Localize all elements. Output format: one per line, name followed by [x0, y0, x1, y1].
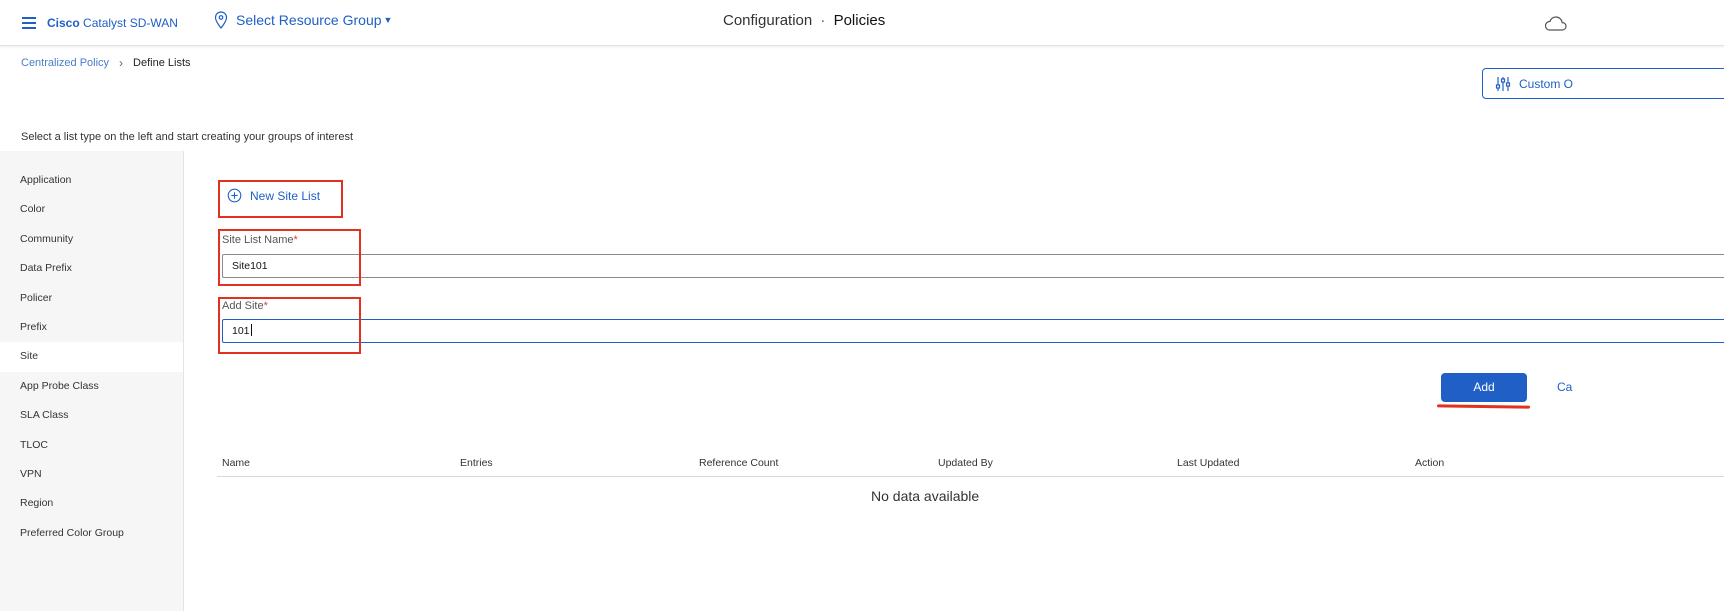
sidebar-item-vpn[interactable]: VPN: [0, 460, 183, 489]
empty-table-message: No data available: [871, 488, 980, 504]
sidebar-item-preferred-color-group[interactable]: Preferred Color Group: [0, 519, 183, 548]
sidebar-item-data-prefix[interactable]: Data Prefix: [0, 254, 183, 283]
sidebar-item-color[interactable]: Color: [0, 195, 183, 224]
sidebar-list: Application Color Community Data Prefix Poli…: [0, 151, 183, 548]
column-header-action: Action: [1415, 457, 1445, 469]
hamburger-menu-icon[interactable]: [22, 17, 36, 29]
sidebar-item-tloc[interactable]: TLOC: [0, 431, 183, 460]
page-title: Configuration · Policies: [723, 12, 885, 29]
page-title-separator: ·: [820, 12, 826, 29]
page-title-current: Policies: [833, 12, 886, 29]
sidebar-item-community[interactable]: Community: [0, 225, 183, 254]
sliders-icon: [1495, 76, 1511, 91]
site-list-name-label-text: Site List Name: [222, 234, 294, 246]
caret-down-icon: ▼: [383, 15, 393, 25]
add-site-label-text: Add Site: [222, 300, 264, 312]
table-header: Name Entries Reference Count Updated By …: [217, 456, 1724, 477]
page-title-section: Configuration: [723, 12, 813, 29]
site-list-name-input[interactable]: Site101: [222, 254, 1724, 278]
required-mark: *: [263, 300, 268, 312]
instruction-text: Select a list type on the left and start…: [21, 131, 354, 143]
sidebar-item-policer[interactable]: Policer: [0, 284, 183, 313]
sidebar-item-prefix[interactable]: Prefix: [0, 313, 183, 342]
column-header-reference-count[interactable]: Reference Count: [699, 457, 778, 469]
site-list-name-value: Site101: [232, 260, 268, 272]
location-pin-icon: [214, 11, 228, 29]
site-list-name-label: Site List Name*: [222, 234, 298, 246]
breadcrumb-define-lists: Define Lists: [133, 57, 191, 69]
custom-options-button[interactable]: Custom O: [1482, 68, 1724, 99]
list-type-sidebar: Application Color Community Data Prefix Poli…: [0, 151, 184, 611]
top-navigation-bar: Cisco Catalyst SD-WAN Select Resource Gr…: [0, 0, 1724, 46]
sidebar-item-sla-class[interactable]: SLA Class: [0, 401, 183, 430]
sidebar-item-app-probe-class[interactable]: App Probe Class: [0, 372, 183, 401]
cancel-button[interactable]: Ca: [1557, 380, 1572, 394]
add-site-input[interactable]: 101: [222, 319, 1724, 343]
sidebar-item-application[interactable]: Application: [0, 166, 183, 195]
text-cursor: [250, 324, 252, 336]
sidebar-item-site[interactable]: Site: [0, 342, 183, 372]
custom-options-label: Custom O: [1519, 76, 1574, 91]
plus-circle-icon: [227, 188, 242, 203]
brand-rest: Catalyst SD-WAN: [79, 16, 178, 30]
add-site-value: 101: [232, 325, 250, 337]
sidebar-item-region[interactable]: Region: [0, 489, 183, 518]
annotation-underline-add: [1436, 404, 1531, 409]
breadcrumb: Centralized Policy › Define Lists: [21, 56, 191, 70]
column-header-name[interactable]: Name: [222, 457, 250, 469]
required-mark: *: [293, 234, 298, 246]
chevron-right-icon: ›: [119, 56, 124, 70]
new-site-list-label: New Site List: [250, 188, 321, 203]
brand-bold: Cisco: [47, 16, 80, 30]
resource-group-selector[interactable]: Select Resource Group ▼: [214, 11, 392, 29]
add-site-label: Add Site*: [222, 300, 268, 312]
resource-group-label: Select Resource Group: [236, 12, 382, 28]
brand-title[interactable]: Cisco Catalyst SD-WAN: [47, 16, 178, 30]
add-button[interactable]: Add: [1441, 373, 1527, 402]
column-header-updated-by[interactable]: Updated By: [938, 457, 993, 469]
column-header-last-updated[interactable]: Last Updated: [1177, 457, 1239, 469]
column-header-entries[interactable]: Entries: [460, 457, 493, 469]
cloud-icon[interactable]: [1543, 15, 1567, 36]
new-site-list-button[interactable]: New Site List: [227, 188, 320, 203]
breadcrumb-centralized-policy[interactable]: Centralized Policy: [21, 57, 109, 69]
